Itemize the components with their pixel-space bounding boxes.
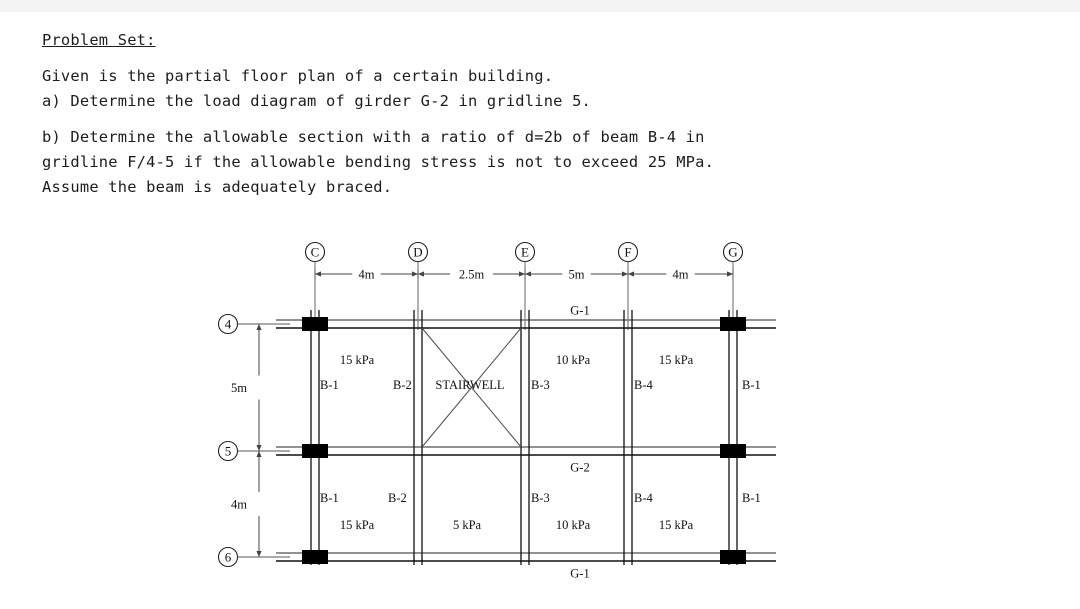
bubble-label-4: 4	[225, 317, 232, 332]
column-gridline-bubbles: C D E F G	[304, 241, 744, 330]
problem-statement: Problem Set: Given is the partial floor …	[42, 28, 1052, 200]
upper-beam-0: B-1	[320, 378, 339, 392]
vdimension-5-6: 4m	[231, 450, 264, 558]
dimension-label-2.5m-1: 2.5m	[459, 268, 485, 282]
page-canvas: Problem Set: Given is the partial floor …	[0, 0, 1080, 609]
vdimension-label-5m-0: 5m	[231, 381, 247, 395]
floor-plan-figure: 4m 2.5m 5m 4m C D E F G 5m 4m 4 5 6 G-1 G-2 G-1 15 kP…	[0, 232, 1080, 592]
gridline-bubble-6: 6	[217, 546, 290, 568]
lower-beam-4: B-1	[742, 491, 761, 505]
gridline-bubble-C: C	[304, 241, 326, 330]
beam-line-C	[310, 310, 320, 565]
left-dimension-string: 5m 4m	[231, 323, 264, 558]
beam-line-E	[520, 310, 530, 565]
dimension-label-5m-2: 5m	[569, 268, 585, 282]
dimension-label-4m-3: 4m	[673, 268, 689, 282]
vdimension-4-5: 5m	[231, 323, 264, 452]
column-G6	[720, 550, 746, 564]
column-C6	[302, 550, 328, 564]
bubble-label-5: 5	[225, 444, 232, 459]
girder-line-6	[276, 552, 776, 562]
problem-item-b-line2: gridline F/4-5 if the allowable bending …	[42, 153, 715, 171]
upper-load-0: 15 kPa	[340, 353, 375, 367]
page-top-strip	[0, 0, 1080, 12]
upper-load-3: 15 kPa	[659, 353, 694, 367]
lower-beam2-0: B-2	[388, 491, 407, 505]
lower-beam-3: B-4	[634, 491, 654, 505]
beam-line-D	[413, 310, 423, 565]
girder-label-G-2-1: G-2	[570, 461, 589, 475]
bubble-label-D: D	[413, 245, 422, 260]
girder-line-4	[276, 319, 776, 329]
lower-beam-2: B-3	[531, 491, 550, 505]
upper-beam-4: B-1	[742, 378, 761, 392]
top-dimension-string: 4m 2.5m 5m 4m	[314, 268, 734, 282]
gridline-bubble-5: 5	[217, 440, 290, 462]
column-C5	[302, 444, 328, 458]
lower-load-2: 10 kPa	[556, 518, 591, 532]
floor-plan-drawing: 4m 2.5m 5m 4m C D E F G 5m 4m 4 5 6 G-1 G-2 G-1 15 kP…	[217, 241, 776, 581]
bubble-label-E: E	[521, 245, 529, 260]
girder-label-G-1-0: G-1	[570, 304, 589, 318]
problem-item-b-line1: b) Determine the allowable section with …	[42, 128, 705, 146]
upper-beam2-0: B-2	[393, 378, 412, 392]
column-G4	[720, 317, 746, 331]
row-gridline-bubbles: 4 5 6	[217, 313, 290, 568]
beam-line-F	[623, 310, 633, 565]
dimension-C-D: 4m	[314, 268, 419, 282]
lower-beam-0: B-1	[320, 491, 339, 505]
intro-text: Given is the partial floor plan of a cer…	[42, 67, 554, 85]
bubble-label-F: F	[624, 245, 631, 260]
bubble-label-G: G	[728, 245, 737, 260]
column-C4	[302, 317, 328, 331]
problem-item-b-line3: Assume the beam is adequately braced.	[42, 178, 393, 196]
dimension-E-F: 5m	[524, 268, 629, 282]
vdimension-label-4m-1: 4m	[231, 498, 247, 512]
page-title: Problem Set:	[42, 31, 156, 49]
girder-label-G-1-2: G-1	[570, 567, 589, 581]
bubble-label-6: 6	[225, 550, 232, 565]
problem-item-a: a) Determine the load diagram of girder …	[42, 92, 592, 110]
upper-beam-3: B-4	[634, 378, 654, 392]
lower-load-0: 15 kPa	[340, 518, 375, 532]
bubble-label-C: C	[311, 245, 320, 260]
girder-line-5	[276, 446, 776, 456]
gridline-bubble-E: E	[514, 241, 536, 330]
dimension-D-E: 2.5m	[417, 268, 526, 282]
plan-text-labels: G-1G-2G-115 kPaB-1 B-2 STAIRWELL10 kPaB-31…	[320, 304, 761, 581]
upper-beam-2: B-3	[531, 378, 550, 392]
lower-load-3: 15 kPa	[659, 518, 694, 532]
stairwell-label: STAIRWELL	[435, 378, 504, 392]
column-G5	[720, 444, 746, 458]
lower-load-1: 5 kPa	[453, 518, 482, 532]
gridline-bubble-D: D	[407, 241, 429, 330]
beam-line-G	[728, 310, 738, 565]
upper-load-2: 10 kPa	[556, 353, 591, 367]
gridline-bubble-4: 4	[217, 313, 290, 335]
dimension-F-G: 4m	[627, 268, 734, 282]
gridline-bubble-G: G	[722, 241, 744, 330]
gridline-bubble-F: F	[617, 241, 639, 330]
dimension-label-4m-0: 4m	[359, 268, 375, 282]
